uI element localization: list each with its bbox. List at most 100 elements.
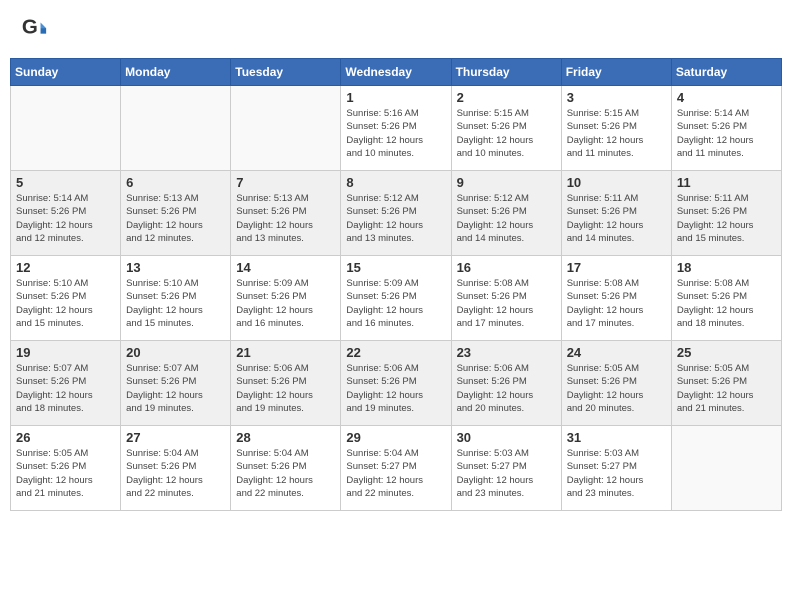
day-cell: 1 Sunrise: 5:16 AM Sunset: 5:26 PM Daylig… [341,86,451,171]
day-number: 23 [457,345,556,360]
day-number: 20 [126,345,225,360]
day-info: Sunrise: 5:06 AM Sunset: 5:26 PM Dayligh… [346,362,445,415]
day-cell: 26Sunrise: 5:05 AM Sunset: 5:26 PM Dayli… [11,426,121,511]
day-info: Sunrise: 5:16 AM Sunset: 5:26 PM Dayligh… [346,107,445,160]
day-info: Sunrise: 5:05 AM Sunset: 5:26 PM Dayligh… [567,362,666,415]
day-number: 8 [346,175,445,190]
day-info: Sunrise: 5:09 AM Sunset: 5:26 PM Dayligh… [236,277,335,330]
day-info: Sunrise: 5:08 AM Sunset: 5:26 PM Dayligh… [567,277,666,330]
day-number: 6 [126,175,225,190]
day-cell: 23 Sunrise: 5:06 AM Sunset: 5:26 PM Dayli… [451,341,561,426]
day-cell: 5 Sunrise: 5:14 AM Sunset: 5:26 PM Daylig… [11,171,121,256]
day-info: Sunrise: 5:07 AM Sunset: 5:26 PM Dayligh… [16,362,115,415]
day-info: Sunrise: 5:14 AM Sunset: 5:26 PM Dayligh… [16,192,115,245]
day-cell: 28Sunrise: 5:04 AM Sunset: 5:26 PM Dayli… [231,426,341,511]
day-number: 10 [567,175,666,190]
day-info: Sunrise: 5:04 AM Sunset: 5:27 PM Dayligh… [346,447,445,500]
day-cell: 7Sunrise: 5:13 AM Sunset: 5:26 PM Daylig… [231,171,341,256]
logo: G [20,15,52,43]
day-number: 18 [677,260,776,275]
calendar-table: SundayMondayTuesdayWednesdayThursdayFrid… [10,58,782,511]
day-number: 19 [16,345,115,360]
day-number: 9 [457,175,556,190]
day-number: 17 [567,260,666,275]
day-number: 3 [567,90,666,105]
day-cell [231,86,341,171]
logo-icon: G [20,15,48,43]
col-header-thursday: Thursday [451,59,561,86]
day-cell: 20 Sunrise: 5:07 AM Sunset: 5:26 PM Dayli… [121,341,231,426]
day-info: Sunrise: 5:13 AM Sunset: 5:26 PM Dayligh… [236,192,335,245]
day-cell: 3Sunrise: 5:15 AM Sunset: 5:26 PM Daylig… [561,86,671,171]
day-number: 1 [346,90,445,105]
day-number: 29 [346,430,445,445]
day-info: Sunrise: 5:12 AM Sunset: 5:26 PM Dayligh… [457,192,556,245]
day-cell: 13 Sunrise: 5:10 AM Sunset: 5:26 PM Dayli… [121,256,231,341]
day-cell: 6 Sunrise: 5:13 AM Sunset: 5:26 PM Daylig… [121,171,231,256]
day-number: 27 [126,430,225,445]
week-row-3: 12 Sunrise: 5:10 AM Sunset: 5:26 PM Dayli… [11,256,782,341]
day-cell [121,86,231,171]
day-cell: 17 Sunrise: 5:08 AM Sunset: 5:26 PM Dayli… [561,256,671,341]
day-info: Sunrise: 5:10 AM Sunset: 5:26 PM Dayligh… [16,277,115,330]
day-info: Sunrise: 5:15 AM Sunset: 5:26 PM Dayligh… [457,107,556,160]
day-info: Sunrise: 5:07 AM Sunset: 5:26 PM Dayligh… [126,362,225,415]
day-cell: 10Sunrise: 5:11 AM Sunset: 5:26 PM Dayli… [561,171,671,256]
day-cell: 11 Sunrise: 5:11 AM Sunset: 5:26 PM Dayli… [671,171,781,256]
day-info: Sunrise: 5:12 AM Sunset: 5:26 PM Dayligh… [346,192,445,245]
day-number: 16 [457,260,556,275]
day-cell: 30 Sunrise: 5:03 AM Sunset: 5:27 PM Dayli… [451,426,561,511]
col-header-monday: Monday [121,59,231,86]
col-header-tuesday: Tuesday [231,59,341,86]
day-cell: 29 Sunrise: 5:04 AM Sunset: 5:27 PM Dayli… [341,426,451,511]
day-info: Sunrise: 5:06 AM Sunset: 5:26 PM Dayligh… [457,362,556,415]
day-number: 24 [567,345,666,360]
day-info: Sunrise: 5:10 AM Sunset: 5:26 PM Dayligh… [126,277,225,330]
day-info: Sunrise: 5:04 AM Sunset: 5:26 PM Dayligh… [126,447,225,500]
day-number: 2 [457,90,556,105]
week-row-4: 19 Sunrise: 5:07 AM Sunset: 5:26 PM Dayli… [11,341,782,426]
day-number: 14 [236,260,335,275]
day-number: 11 [677,175,776,190]
day-cell: 14 Sunrise: 5:09 AM Sunset: 5:26 PM Dayli… [231,256,341,341]
day-number: 12 [16,260,115,275]
day-cell: 22 Sunrise: 5:06 AM Sunset: 5:26 PM Dayli… [341,341,451,426]
day-cell: 4 Sunrise: 5:14 AM Sunset: 5:26 PM Daylig… [671,86,781,171]
day-cell: 19 Sunrise: 5:07 AM Sunset: 5:26 PM Dayli… [11,341,121,426]
calendar-body: 1 Sunrise: 5:16 AM Sunset: 5:26 PM Daylig… [11,86,782,511]
day-info: Sunrise: 5:06 AM Sunset: 5:26 PM Dayligh… [236,362,335,415]
day-cell: 25Sunrise: 5:05 AM Sunset: 5:26 PM Dayli… [671,341,781,426]
svg-text:G: G [22,16,38,39]
week-row-5: 26Sunrise: 5:05 AM Sunset: 5:26 PM Dayli… [11,426,782,511]
col-header-saturday: Saturday [671,59,781,86]
day-info: Sunrise: 5:11 AM Sunset: 5:26 PM Dayligh… [677,192,776,245]
day-cell: 15 Sunrise: 5:09 AM Sunset: 5:26 PM Dayli… [341,256,451,341]
week-row-1: 1 Sunrise: 5:16 AM Sunset: 5:26 PM Daylig… [11,86,782,171]
day-number: 25 [677,345,776,360]
day-info: Sunrise: 5:13 AM Sunset: 5:26 PM Dayligh… [126,192,225,245]
day-info: Sunrise: 5:14 AM Sunset: 5:26 PM Dayligh… [677,107,776,160]
day-number: 4 [677,90,776,105]
day-info: Sunrise: 5:09 AM Sunset: 5:26 PM Dayligh… [346,277,445,330]
day-cell: 18 Sunrise: 5:08 AM Sunset: 5:26 PM Dayli… [671,256,781,341]
day-number: 30 [457,430,556,445]
col-header-sunday: Sunday [11,59,121,86]
day-number: 22 [346,345,445,360]
week-row-2: 5 Sunrise: 5:14 AM Sunset: 5:26 PM Daylig… [11,171,782,256]
day-number: 5 [16,175,115,190]
day-cell [11,86,121,171]
day-info: Sunrise: 5:03 AM Sunset: 5:27 PM Dayligh… [457,447,556,500]
day-number: 13 [126,260,225,275]
day-number: 31 [567,430,666,445]
day-info: Sunrise: 5:05 AM Sunset: 5:26 PM Dayligh… [16,447,115,500]
day-cell [671,426,781,511]
day-cell: 2 Sunrise: 5:15 AM Sunset: 5:26 PM Daylig… [451,86,561,171]
day-cell: 27 Sunrise: 5:04 AM Sunset: 5:26 PM Dayli… [121,426,231,511]
col-header-friday: Friday [561,59,671,86]
day-cell: 31Sunrise: 5:03 AM Sunset: 5:27 PM Dayli… [561,426,671,511]
calendar-header-row: SundayMondayTuesdayWednesdayThursdayFrid… [11,59,782,86]
day-info: Sunrise: 5:08 AM Sunset: 5:26 PM Dayligh… [677,277,776,330]
day-cell: 12 Sunrise: 5:10 AM Sunset: 5:26 PM Dayli… [11,256,121,341]
day-number: 28 [236,430,335,445]
day-number: 15 [346,260,445,275]
